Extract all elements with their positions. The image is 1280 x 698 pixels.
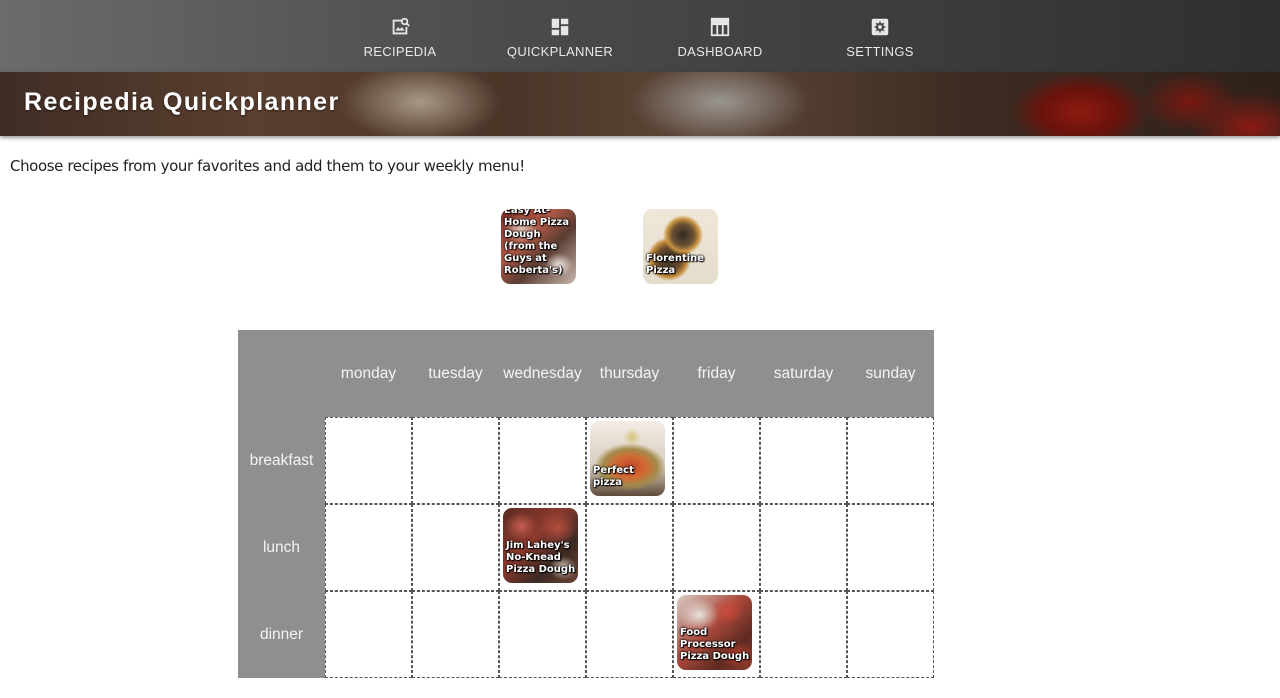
slot-dinner-saturday[interactable] bbox=[760, 591, 847, 678]
slot-breakfast-saturday[interactable] bbox=[760, 417, 847, 504]
day-header-sunday: sunday bbox=[865, 364, 916, 382]
meal-label-dinner: dinner bbox=[259, 625, 304, 643]
meal-label-breakfast: breakfast bbox=[249, 451, 314, 469]
slot-lunch-sunday[interactable] bbox=[847, 504, 934, 591]
planned-recipe-tile[interactable]: Perfect pizza bbox=[590, 421, 665, 496]
slot-dinner-sunday[interactable] bbox=[847, 591, 934, 678]
nav-label-settings: SETTINGS bbox=[846, 44, 914, 59]
slot-lunch-saturday[interactable] bbox=[760, 504, 847, 591]
page-title: Recipedia Quickplanner bbox=[24, 88, 340, 116]
favorite-recipe-tile[interactable]: Easy At-Home Pizza Dough (from the Guys … bbox=[501, 209, 576, 284]
nav-label-quickplanner: QUICKPLANNER bbox=[506, 44, 614, 59]
recipe-title: Perfect pizza bbox=[593, 465, 634, 488]
meal-label-lunch: lunch bbox=[262, 538, 301, 556]
planned-recipe-tile[interactable]: Food Processor Pizza Dough bbox=[677, 595, 752, 670]
slot-dinner-monday[interactable] bbox=[325, 591, 412, 678]
nav-item-settings[interactable]: SETTINGS bbox=[800, 0, 960, 72]
day-header-saturday: saturday bbox=[773, 364, 834, 382]
slot-lunch-wednesday[interactable]: Jim Lahey's No-Knead Pizza Dough bbox=[499, 504, 586, 591]
slot-breakfast-thursday[interactable]: Perfect pizza bbox=[586, 417, 673, 504]
top-nav: RECIPEDIA QUICKPLANNER DASHBOARD SETTING… bbox=[0, 0, 1280, 72]
slot-breakfast-tuesday[interactable] bbox=[412, 417, 499, 504]
slot-breakfast-friday[interactable] bbox=[673, 417, 760, 504]
nav-item-dashboard[interactable]: DASHBOARD bbox=[640, 0, 800, 72]
nav-label-dashboard: DASHBOARD bbox=[677, 44, 763, 59]
nav-item-quickplanner[interactable]: QUICKPLANNER bbox=[480, 0, 640, 72]
day-header-thursday: thursday bbox=[599, 364, 660, 382]
day-header-tuesday: tuesday bbox=[428, 364, 483, 382]
slot-dinner-tuesday[interactable] bbox=[412, 591, 499, 678]
day-header-wednesday: wednesday bbox=[503, 364, 582, 382]
slot-breakfast-wednesday[interactable] bbox=[499, 417, 586, 504]
slot-dinner-wednesday[interactable] bbox=[499, 591, 586, 678]
recipe-title: Jim Lahey's No-Knead Pizza Dough bbox=[506, 540, 576, 575]
slot-lunch-tuesday[interactable] bbox=[412, 504, 499, 591]
table-layout-icon bbox=[710, 17, 730, 37]
day-header-monday: monday bbox=[340, 364, 397, 382]
image-search-icon bbox=[392, 17, 410, 35]
slot-dinner-thursday[interactable] bbox=[586, 591, 673, 678]
header-banner: Recipedia Quickplanner bbox=[0, 72, 1280, 136]
recipe-title: Food Processor Pizza Dough bbox=[680, 627, 750, 662]
slot-lunch-friday[interactable] bbox=[673, 504, 760, 591]
nav-label-recipedia: RECIPEDIA bbox=[363, 44, 437, 59]
nav-item-recipedia[interactable]: RECIPEDIA bbox=[320, 0, 480, 72]
dashboard-grid-icon bbox=[551, 18, 569, 36]
slot-lunch-monday[interactable] bbox=[325, 504, 412, 591]
slot-dinner-friday[interactable]: Food Processor Pizza Dough bbox=[673, 591, 760, 678]
intro-text: Choose recipes from your favorites and a… bbox=[10, 157, 525, 175]
planned-recipe-tile[interactable]: Jim Lahey's No-Knead Pizza Dough bbox=[503, 508, 578, 583]
day-header-friday: friday bbox=[697, 364, 736, 382]
gear-icon bbox=[871, 18, 889, 36]
recipe-title: Easy At-Home Pizza Dough (from the Guys … bbox=[504, 209, 570, 276]
slot-breakfast-sunday[interactable] bbox=[847, 417, 934, 504]
weekly-planner-table: monday tuesday wednesday thursday friday… bbox=[238, 330, 934, 678]
slot-lunch-thursday[interactable] bbox=[586, 504, 673, 591]
favorite-recipe-tile[interactable]: Florentine Pizza bbox=[643, 209, 718, 284]
slot-breakfast-monday[interactable] bbox=[325, 417, 412, 504]
recipe-title: Florentine Pizza bbox=[646, 253, 705, 276]
